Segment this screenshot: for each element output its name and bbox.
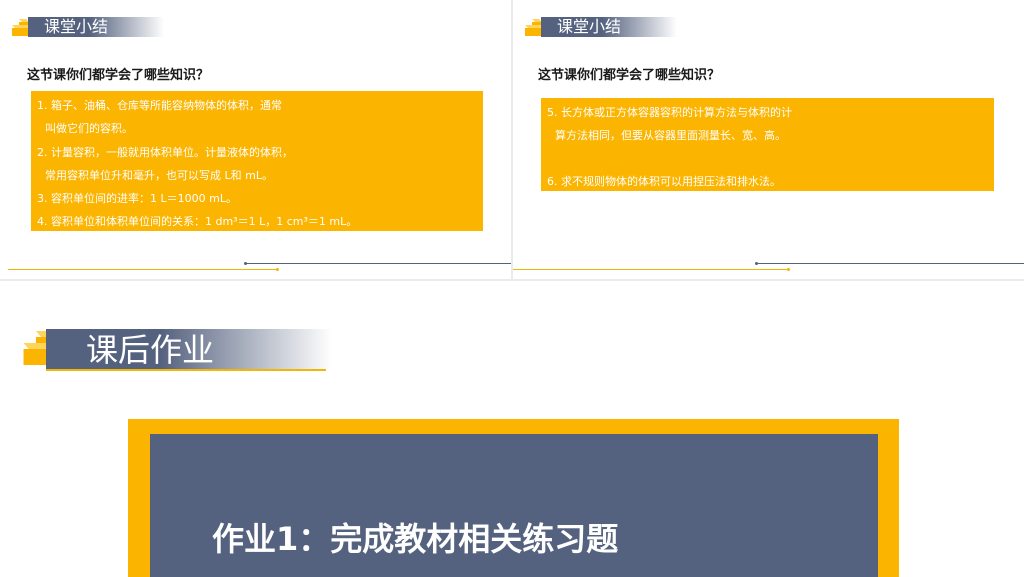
footer-divider-dark: [757, 263, 1024, 264]
slide-summary-2[interactable]: 课堂小结 这节课你们都学会了哪些知识？ 5. 长方体或正方体容器容积的计算方法与…: [513, 0, 1024, 279]
question-heading: 这节课你们都学会了哪些知识？: [538, 68, 721, 83]
footer-dot: [276, 268, 279, 271]
slide-title: 课后作业: [86, 331, 215, 369]
summary-line: 2. 计量容积，一般就用体积单位。计量液体的体积，: [37, 145, 293, 159]
summary-line-blank: [547, 147, 988, 170]
footer-divider-gold: [8, 269, 278, 270]
summary-line: 3. 容积单位间的进率：1 L＝1000 mL。: [37, 192, 237, 206]
summary-line: 6. 求不规则物体的体积可以用捏压法和排水法。: [547, 175, 781, 188]
summary-box: 1. 箱子、油桶、仓库等所能容纳物体的体积，通常 叫做它们的容积。 2. 计量容…: [31, 91, 483, 231]
slide-homework[interactable]: 课后作业 作业1：完成教材相关练习题: [0, 281, 1024, 577]
summary-box: 5. 长方体或正方体容器容积的计算方法与体积的计 算方法相同，但要从容器里面测量…: [541, 98, 994, 191]
footer-dot: [787, 268, 790, 271]
question-heading: 这节课你们都学会了哪些知识？: [27, 68, 210, 83]
footer-divider-dark: [246, 263, 511, 264]
footer-dot: [244, 262, 247, 265]
homework-text: 作业1：完成教材相关练习题: [212, 520, 619, 558]
slide-header-title: 课堂小结: [44, 17, 109, 36]
summary-line: 算方法相同，但要从容器里面测量长、宽、高。: [555, 129, 786, 142]
summary-line: 常用容积单位升和毫升，也可以写成 L和 mL。: [45, 168, 273, 182]
summary-line: 4. 容积单位和体积单位间的关系：1 dm³＝1 L，1 cm³＝1 mL。: [37, 215, 358, 229]
slide-summary-1[interactable]: 课堂小结 这节课你们都学会了哪些知识？ 1. 箱子、油桶、仓库等所能容纳物体的体…: [0, 0, 511, 279]
summary-line: 叫做它们的容积。: [45, 122, 133, 136]
summary-line: 1. 箱子、油桶、仓库等所能容纳物体的体积，通常: [37, 99, 282, 112]
footer-dot: [755, 262, 758, 265]
footer-divider-gold: [513, 269, 789, 270]
summary-line: 5. 长方体或正方体容器容积的计算方法与体积的计: [547, 106, 792, 119]
slide-header-title: 课堂小结: [557, 17, 622, 36]
